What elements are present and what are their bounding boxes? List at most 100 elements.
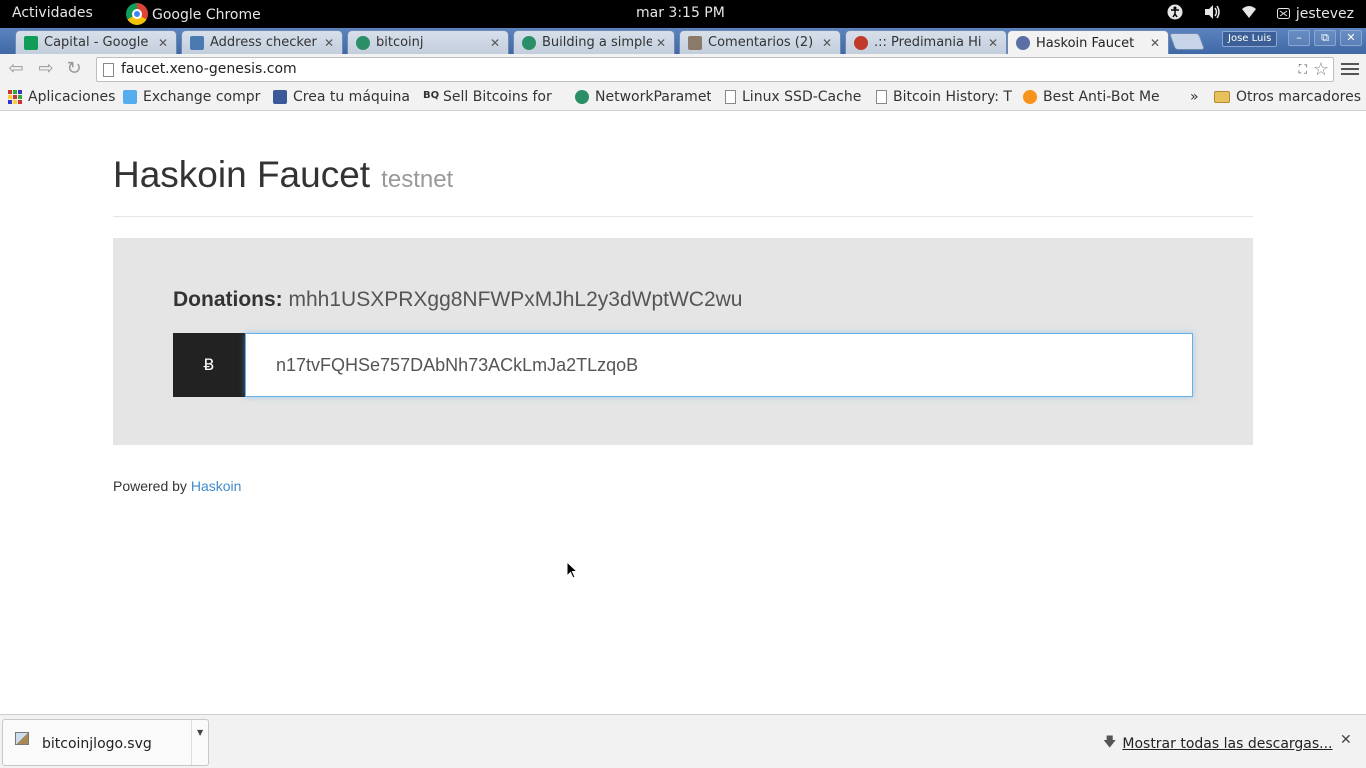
profile-badge[interactable]: Jose Luis bbox=[1222, 31, 1278, 47]
bookmark-apps[interactable]: Aplicaciones bbox=[8, 89, 115, 105]
bitcoin-symbol-icon: Ƀ bbox=[173, 333, 245, 397]
tab-label: Capital - Google bbox=[44, 35, 149, 50]
download-divider bbox=[191, 720, 192, 765]
tab-close-icon[interactable]: ✕ bbox=[818, 36, 836, 50]
tab-predimania[interactable]: .:: Predimania Hi ✕ bbox=[845, 30, 1007, 54]
address-input-group: Ƀ bbox=[173, 333, 1193, 397]
accessibility-icon[interactable] bbox=[1167, 4, 1183, 24]
bookmark-bitcoin-history[interactable]: Bitcoin History: T bbox=[876, 89, 1012, 105]
footer: Powered by Haskoin bbox=[113, 478, 241, 494]
user-name: jestevez bbox=[1295, 6, 1354, 22]
other-bookmarks[interactable]: Otros marcadores bbox=[1214, 89, 1361, 105]
tab-label: bitcoinj bbox=[376, 35, 424, 50]
globe-icon bbox=[854, 35, 868, 50]
bookmarks-overflow-button[interactable]: » bbox=[1190, 89, 1199, 105]
tab-capital[interactable]: Capital - Google ✕ bbox=[15, 30, 177, 54]
bitcoin-address-input[interactable] bbox=[245, 333, 1193, 397]
address-bar-input[interactable] bbox=[121, 61, 1271, 77]
forum-icon bbox=[688, 35, 702, 50]
bookmark-crea-maquina[interactable]: Crea tu máquina d bbox=[273, 89, 411, 105]
tab-address-checker[interactable]: Address checker ✕ bbox=[181, 30, 343, 54]
chrome-logo-icon bbox=[126, 3, 148, 25]
facebook-icon bbox=[273, 90, 287, 104]
bookmark-exchange[interactable]: Exchange compra bbox=[123, 89, 261, 105]
tab-haskoin-faucet[interactable]: Haskoin Faucet ✕ bbox=[1007, 30, 1169, 55]
close-shelf-icon[interactable]: ✕ bbox=[1340, 732, 1352, 748]
bird-icon bbox=[123, 90, 137, 104]
bitcoin-icon bbox=[1023, 90, 1037, 104]
tab-close-icon[interactable]: ✕ bbox=[320, 36, 338, 50]
browser-toolbar: ⇦ ⇨ ↻ ⛶ ☆ bbox=[0, 54, 1366, 85]
tab-close-icon[interactable]: ✕ bbox=[486, 36, 504, 50]
clock[interactable]: mar 3:15 PM bbox=[636, 5, 725, 21]
bookmark-sell-bitcoins[interactable]: BQ Sell Bitcoins for bbox=[423, 89, 563, 105]
tab-close-icon[interactable]: ✕ bbox=[984, 36, 1002, 50]
bookmark-star-icon[interactable]: ☆ bbox=[1313, 59, 1329, 80]
bookmark-label: Sell Bitcoins for bbox=[443, 89, 552, 105]
bookmarks-bar: Aplicaciones Exchange compra Crea tu máq… bbox=[0, 85, 1366, 111]
page-header: Haskoin Faucet testnet bbox=[113, 154, 1253, 217]
minimize-button[interactable]: – bbox=[1288, 30, 1310, 46]
volume-icon[interactable] bbox=[1203, 4, 1221, 24]
tab-comentarios[interactable]: Comentarios (2) ✕ bbox=[679, 30, 841, 54]
maximize-button[interactable]: ⧉ bbox=[1314, 30, 1336, 46]
bookmark-networkparamet[interactable]: NetworkParamet bbox=[575, 89, 711, 105]
donations-address: mhh1USXPRXgg8NFWPxMJhL2y3dWptWC2wu bbox=[288, 288, 743, 311]
page-title: Haskoin Faucet bbox=[113, 154, 371, 195]
bookmark-label: Best Anti-Bot Me bbox=[1043, 89, 1160, 105]
faucet-panel: Donations: mhh1USXPRXgg8NFWPxMJhL2y3dWpt… bbox=[113, 238, 1253, 445]
tab-close-icon[interactable]: ✕ bbox=[154, 36, 172, 50]
bookmark-anti-bot[interactable]: Best Anti-Bot Me bbox=[1023, 89, 1161, 105]
user-menu[interactable]: jestevez bbox=[1276, 6, 1354, 22]
bookmark-label: Aplicaciones bbox=[28, 89, 116, 105]
overflow-chevron-icon: » bbox=[1190, 89, 1199, 105]
bookmark-label: Exchange compra bbox=[143, 89, 261, 105]
download-filename: bitcoinjlogo.svg bbox=[42, 736, 152, 752]
translate-icon[interactable]: ⛶ bbox=[1299, 62, 1307, 77]
forward-arrow-icon[interactable]: ⇨ bbox=[34, 58, 58, 82]
app-name: Google Chrome bbox=[152, 7, 261, 23]
reload-icon[interactable]: ↻ bbox=[62, 58, 86, 82]
bitcoinj-icon bbox=[575, 90, 589, 104]
page-content: Haskoin Faucet testnet Donations: mhh1US… bbox=[0, 112, 1366, 714]
tab-label: Building a simple bbox=[542, 35, 652, 50]
page-icon bbox=[103, 63, 114, 77]
tab-building-simple[interactable]: Building a simple ✕ bbox=[513, 30, 675, 54]
bookmark-linux-ssd[interactable]: Linux SSD-Cache bbox=[725, 89, 861, 105]
page-subtitle: testnet bbox=[381, 166, 454, 193]
show-all-downloads[interactable]: 🡇 Mostrar todas las descargas... bbox=[1103, 733, 1333, 755]
close-window-button[interactable]: ✕ bbox=[1340, 30, 1362, 46]
chrome-menu-icon[interactable] bbox=[1341, 60, 1359, 78]
wifi-icon[interactable] bbox=[1241, 5, 1257, 23]
bitcoinj-icon bbox=[356, 35, 370, 50]
activities-button[interactable]: Actividades bbox=[12, 5, 93, 21]
show-all-downloads-link[interactable]: Mostrar todas las descargas... bbox=[1122, 736, 1332, 752]
download-menu-chevron-icon[interactable]: ▼ bbox=[197, 728, 203, 737]
tab-label: Address checker bbox=[210, 35, 317, 50]
tab-close-icon[interactable]: ✕ bbox=[1146, 36, 1164, 50]
bq-icon: BQ bbox=[423, 90, 440, 101]
bookmark-label: Bitcoin History: T bbox=[893, 89, 1012, 105]
bookmark-label: Crea tu máquina d bbox=[293, 89, 411, 105]
tab-bitcoinj[interactable]: bitcoinj ✕ bbox=[347, 30, 509, 54]
back-arrow-icon[interactable]: ⇦ bbox=[4, 58, 28, 82]
omnibox[interactable]: ⛶ ☆ bbox=[96, 57, 1334, 82]
tab-label: Comentarios (2) bbox=[708, 35, 814, 50]
download-shelf: bitcoinjlogo.svg ▼ 🡇 Mostrar todas las d… bbox=[0, 714, 1366, 768]
download-item[interactable]: bitcoinjlogo.svg ▼ bbox=[2, 719, 209, 766]
system-top-bar: Actividades Google Chrome mar 3:15 PM je… bbox=[0, 0, 1366, 28]
file-icon bbox=[876, 90, 887, 104]
image-file-icon bbox=[15, 732, 29, 745]
mouse-cursor-icon bbox=[566, 560, 579, 583]
tab-label: Haskoin Faucet bbox=[1036, 35, 1135, 51]
haskoin-link[interactable]: Haskoin bbox=[191, 478, 242, 494]
app-menu[interactable]: Google Chrome bbox=[126, 3, 261, 25]
tab-label: .:: Predimania Hi bbox=[874, 35, 982, 50]
new-tab-button[interactable] bbox=[1168, 33, 1206, 50]
briefcase-icon bbox=[190, 35, 204, 50]
donations-line: Donations: mhh1USXPRXgg8NFWPxMJhL2y3dWpt… bbox=[173, 288, 742, 312]
download-arrow-icon: 🡇 bbox=[1103, 735, 1117, 750]
haskoin-icon bbox=[1016, 36, 1030, 50]
apps-icon bbox=[8, 90, 22, 104]
tab-close-icon[interactable]: ✕ bbox=[652, 36, 670, 50]
